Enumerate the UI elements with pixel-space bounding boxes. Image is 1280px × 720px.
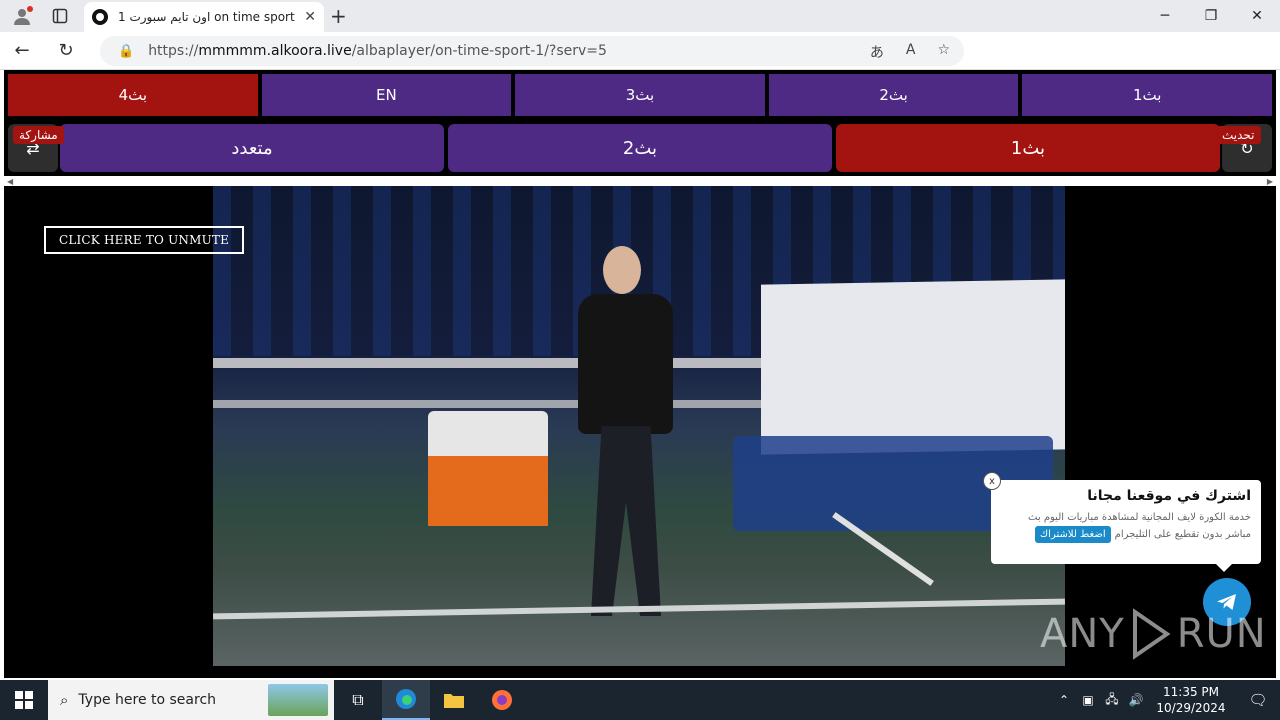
refresh-label: تحديث [1216,126,1261,144]
url-path: /albaplayer/on-time-sport-1/?serv=5 [351,43,607,59]
lock-icon[interactable]: 🔒 [118,44,134,59]
edge-taskbar-icon[interactable] [382,680,430,720]
close-tab-icon[interactable]: ✕ [304,9,316,25]
stream-controls: ⇄ متعدد بث2 بث1 ↻ مشاركة تحديث [8,124,1272,172]
network-icon[interactable]: 🖧 [1100,690,1124,711]
start-button[interactable] [0,680,48,720]
file-explorer-icon[interactable] [430,680,478,720]
watermark-right-text: RUN [1176,611,1267,657]
watermark-left-text: ANY [1040,611,1125,657]
taskbar-search-box[interactable]: ⌕ Type here to search [48,680,334,720]
volume-icon[interactable]: 🔊 [1124,693,1148,707]
refresh-button[interactable]: ↻ [44,32,88,70]
stream-2-button[interactable]: بث2 [448,124,832,172]
url-host: mmmmm.alkoora.live [198,43,352,59]
server-button-en[interactable]: EN [261,74,512,116]
popup-text-line1: خدمة الكورة لايف المجانية لمشاهدة مباريا… [1028,512,1251,523]
system-clock[interactable]: 11:35 PM 10/29/2024 [1154,684,1228,716]
subscribe-button[interactable]: اضغط للاشتراك [1034,525,1111,543]
share-label: مشاركة [13,126,64,144]
browser-tab[interactable]: اون تايم سبورت 1 on time sport ✕ [84,2,324,32]
tab-title: اون تايم سبورت 1 on time sport [118,10,295,24]
soccer-ball-icon [92,9,108,25]
tab-strip: اون تايم سبورت 1 on time sport ✕ + ─ ❐ ✕ [0,0,1280,32]
scroll-left-icon[interactable]: ◀ [7,177,13,186]
horizontal-scrollbar[interactable]: ◀ ▶ [4,176,1276,186]
server-button-1[interactable]: بث1 [1022,74,1272,116]
watermark-play-icon [1132,608,1171,660]
multi-stream-button[interactable]: متعدد [60,124,444,172]
new-tab-button[interactable]: + [330,4,347,28]
close-window-button[interactable]: ✕ [1234,0,1280,32]
video-player[interactable] [213,186,1065,666]
windows-taskbar: ⌕ Type here to search ⧉ ⌃ ▣ 🖧 🔊 11:35 PM… [0,680,1280,720]
search-highlight-image [268,684,328,716]
unmute-button[interactable]: CLICK HERE TO UNMUTE [44,226,244,254]
firefox-icon[interactable] [478,680,526,720]
url-prefix: https:// [148,43,199,59]
windows-logo-icon [15,691,33,709]
popup-title: اشترك في موقعنا مجانا [1087,488,1251,504]
restore-button[interactable]: ❐ [1188,0,1234,32]
notifications-icon[interactable]: 🗨 [1236,691,1280,709]
translate-icon[interactable]: あ [870,42,884,62]
address-bar[interactable]: 🔒 https://mmmmm.alkoora.live/albaplayer/… [100,36,964,66]
search-placeholder: Type here to search [78,692,217,708]
server-button-3[interactable]: بث3 [515,74,765,116]
stream-1-button[interactable]: بث1 [836,124,1220,172]
server-button-2[interactable]: بث2 [768,74,1019,116]
server-button-4[interactable]: بث4 [8,74,258,116]
search-icon: ⌕ [60,691,69,709]
subscribe-popup: x اشترك في موقعنا مجانا خدمة الكورة لايف… [983,472,1261,572]
video-cooler-stand [428,456,548,526]
video-screen-board [761,279,1065,455]
minimize-button[interactable]: ─ [1142,0,1188,32]
player-page: بث4 EN بث3 بث2 بث1 ⇄ متعدد بث2 بث1 ↻ مشا… [4,70,1276,678]
address-toolbar: ← ↻ 🔒 https://mmmmm.alkoora.live/albapla… [0,32,1280,92]
clock-date: 10/29/2024 [1156,701,1226,715]
popup-text-line2: مباشر بدون تقطيع على التليجرام [1114,528,1251,540]
back-button[interactable]: ← [0,32,44,70]
scroll-right-icon[interactable]: ▶ [1267,177,1273,186]
tab-actions-icon[interactable] [44,0,76,32]
tray-device-icon[interactable]: ▣ [1076,693,1100,707]
clock-time: 11:35 PM [1163,685,1219,699]
read-aloud-icon[interactable]: A [906,42,916,62]
profile-icon[interactable] [0,0,44,32]
favorite-star-icon[interactable]: ☆ [937,42,950,62]
video-coach-figure [573,246,703,626]
tray-overflow-icon[interactable]: ⌃ [1052,693,1076,707]
popup-close-button[interactable]: x [983,472,1001,490]
task-view-icon[interactable]: ⧉ [334,680,382,720]
anyrun-watermark: ANY RUN [1040,608,1267,660]
server-tabs: بث4 EN بث3 بث2 بث1 [8,74,1272,116]
